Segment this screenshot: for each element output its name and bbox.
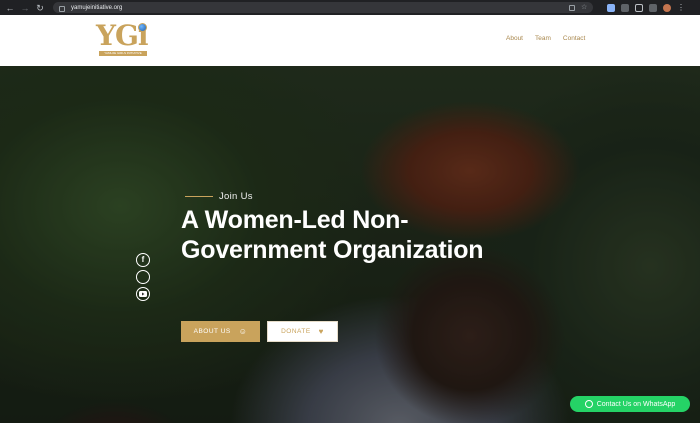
forward-icon[interactable]: → <box>19 2 31 14</box>
whatsapp-label: Contact Us on WhatsApp <box>596 400 676 408</box>
youtube-icon[interactable] <box>136 287 150 301</box>
donate-label: DONATE <box>281 328 311 335</box>
logo-subtitle: YAMUJE GIRLS INITIATIVE <box>99 51 147 56</box>
address-bar[interactable]: yamujeinitiative.org ☆ <box>53 2 593 13</box>
back-icon[interactable]: ← <box>4 2 16 14</box>
profile-avatar[interactable] <box>663 3 671 12</box>
about-us-label: ABOUT US <box>193 328 231 335</box>
site-header: YGi YAMUJE GIRLS INITIATIVE About Team C… <box>0 15 700 66</box>
social-links: f <box>136 253 150 301</box>
site-logo[interactable]: YGi YAMUJE GIRLS INITIATIVE <box>96 21 150 59</box>
facebook-icon[interactable]: f <box>136 253 150 267</box>
hero-section: Join Us A Women-Led Non-Government Organ… <box>0 66 700 423</box>
hero-eyebrow: Join Us <box>185 191 253 202</box>
nav-link-contact[interactable]: Contact <box>563 35 585 42</box>
heart-icon: ♥ <box>318 326 324 336</box>
eyebrow-divider <box>185 196 213 197</box>
smile-icon: ☺ <box>238 326 248 336</box>
lock-icon <box>59 5 65 12</box>
about-us-button[interactable]: ABOUT US ☺ <box>181 321 260 342</box>
globe-icon <box>138 23 147 32</box>
reload-icon[interactable]: ↻ <box>34 2 46 14</box>
twitter-icon[interactable] <box>136 270 150 284</box>
whatsapp-contact-button[interactable]: Contact Us on WhatsApp <box>570 396 690 412</box>
share-icon[interactable] <box>569 4 575 11</box>
side-panel-icon[interactable] <box>649 3 657 12</box>
nav-link-about[interactable]: About <box>506 35 523 42</box>
extension-icon[interactable] <box>607 3 615 12</box>
nav-link-team[interactable]: Team <box>535 35 551 42</box>
bookmark-star-icon[interactable]: ☆ <box>581 4 587 11</box>
browser-menu-icon[interactable]: ⋮ <box>677 3 685 12</box>
browser-toolbar: ← → ↻ yamujeinitiative.org ☆ ⋮ <box>0 0 700 15</box>
whatsapp-icon <box>584 400 593 408</box>
donate-button[interactable]: DONATE ♥ <box>267 321 338 342</box>
url-text: yamujeinitiative.org <box>71 4 123 11</box>
main-nav: About Team Contact <box>506 35 585 42</box>
extensions-puzzle-icon[interactable] <box>635 3 643 12</box>
eyebrow-text: Join Us <box>219 191 253 202</box>
extension-icon[interactable] <box>621 3 629 12</box>
hero-headline: A Women-Led Non-Government Organization <box>181 206 484 264</box>
